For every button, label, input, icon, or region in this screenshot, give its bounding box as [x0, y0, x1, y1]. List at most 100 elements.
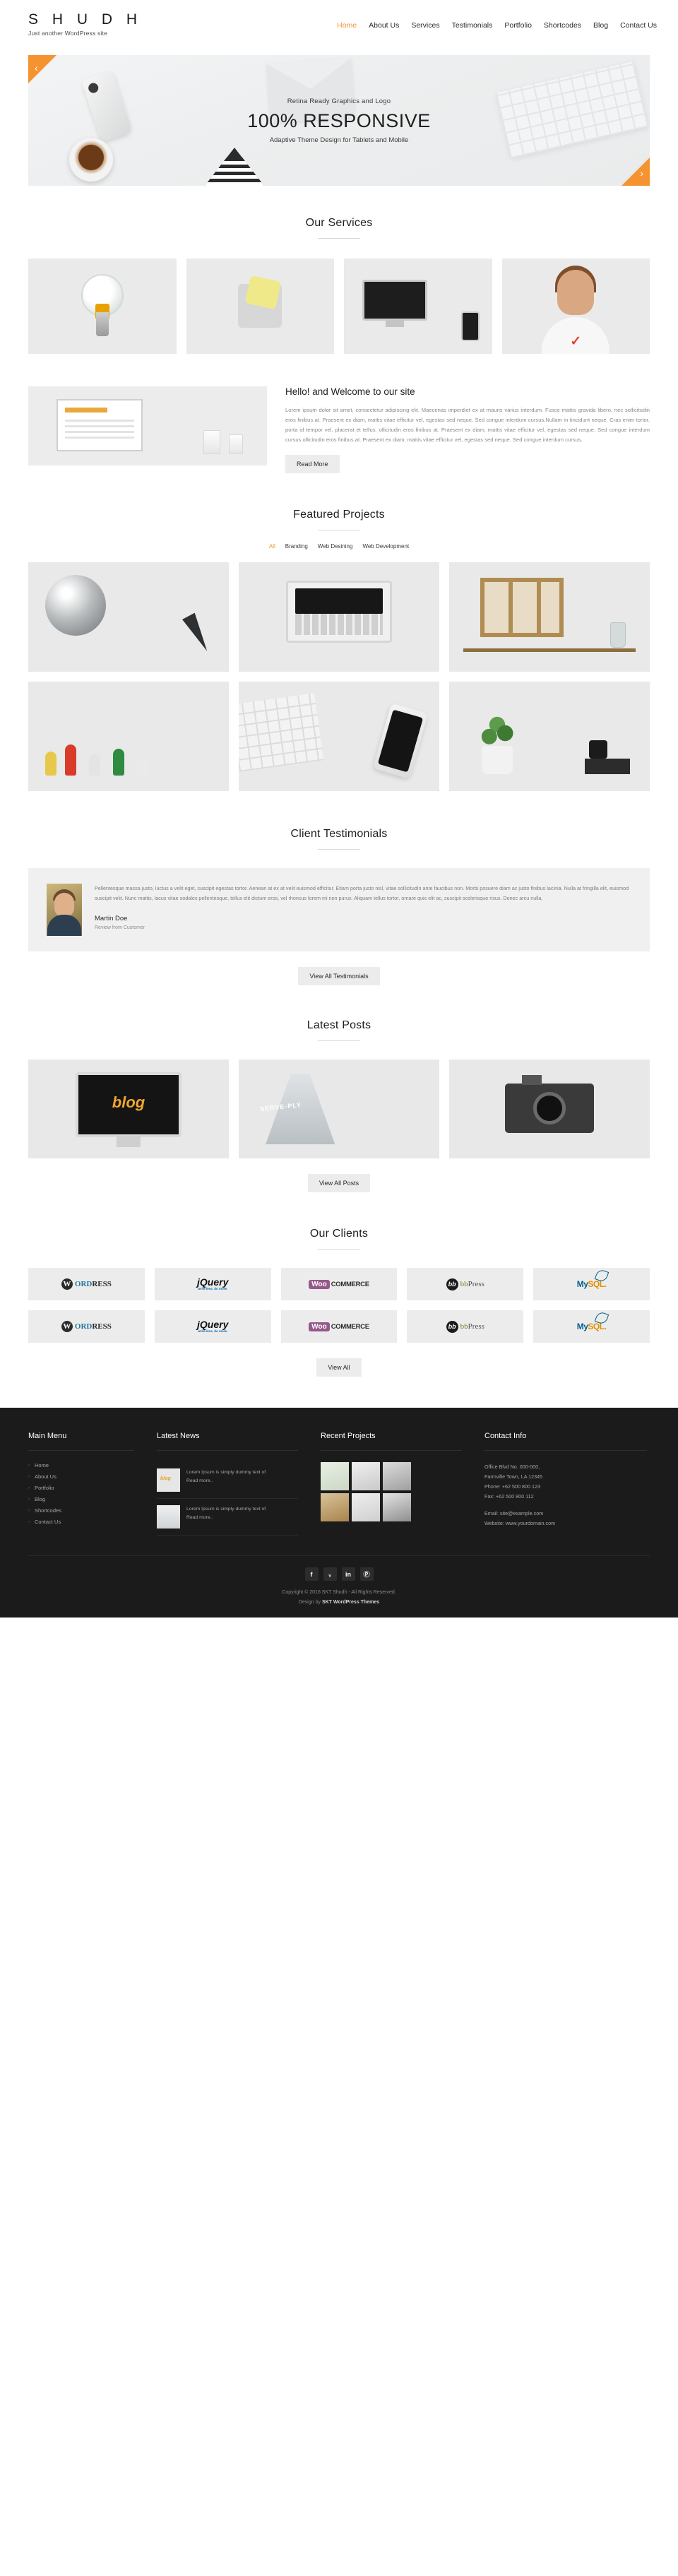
project-filters[interactable]: All Branding Web Desining Web Development — [28, 543, 650, 550]
footer-menu-link-portfolio[interactable]: Portfolio — [35, 1485, 54, 1491]
footer-menu-item[interactable]: › Home — [28, 1462, 134, 1468]
client-bbpress-2[interactable]: bb bbPress — [407, 1310, 524, 1343]
avatar — [47, 884, 82, 937]
footer-menu-item[interactable]: › Contact Us — [28, 1519, 134, 1525]
footer-menu-item[interactable]: › Shortcodes — [28, 1507, 134, 1514]
welcome-image — [28, 386, 267, 465]
footer-column-title: Contact Info — [484, 1432, 527, 1441]
nav-item-home[interactable]: Home — [337, 21, 357, 30]
view-all-testimonials-button[interactable]: View All Testimonials — [298, 967, 380, 986]
footer-menu-link-blog[interactable]: Blog — [35, 1496, 45, 1502]
project-card-plant[interactable] — [449, 682, 650, 792]
project-card-shelf[interactable] — [449, 562, 650, 672]
shelf-board — [463, 648, 636, 653]
hero-slider[interactable]: ‹ › Retina Ready Graphics and Logo 100% … — [28, 55, 650, 186]
pinterest-icon[interactable]: Ⓟ — [359, 1567, 374, 1581]
view-all-button[interactable]: View All — [316, 1358, 362, 1377]
service-card-support[interactable]: ✓ — [501, 259, 650, 354]
project-filter-web-desining[interactable]: Web Desining — [318, 543, 353, 550]
project-card-pen[interactable] — [28, 562, 229, 672]
footer-project-thumb[interactable] — [352, 1493, 380, 1522]
nav-item-blog[interactable]: Blog — [593, 21, 608, 30]
client-woocommerce[interactable]: Woo COMMERCE — [280, 1268, 398, 1301]
twitter-icon[interactable]: ᵥ — [323, 1567, 337, 1581]
client-wordpress-2[interactable]: W ORDRESS — [28, 1310, 145, 1343]
cup-secondary-icon — [229, 434, 243, 454]
nav-item-about-us[interactable]: About Us — [369, 21, 399, 30]
jquery-wordmark: jQuery — [197, 1319, 229, 1331]
testimonial-text: Pellentesque massa justo, luctus a velit… — [95, 885, 629, 902]
site-logo[interactable]: S H U D H Just another WordPress site — [28, 11, 142, 37]
footer-project-thumb[interactable] — [352, 1462, 380, 1491]
read-more-button[interactable]: Read More — [285, 455, 340, 474]
nav-item-services[interactable]: Services — [411, 21, 439, 30]
service-card-lightbulb[interactable] — [28, 259, 177, 354]
chevron-right-icon[interactable]: › — [640, 168, 643, 178]
client-mysql[interactable]: MySQL. — [533, 1268, 650, 1301]
wordpress-mark-icon: W — [61, 1321, 73, 1333]
slider-next-button[interactable] — [622, 158, 650, 186]
footer-project-thumb[interactable] — [383, 1462, 411, 1491]
news-body: Lorem Ipsum is simply dummy text of Read… — [186, 1468, 266, 1492]
service-card-devices[interactable] — [344, 259, 492, 354]
project-filter-web-development[interactable]: Web Development — [362, 543, 409, 550]
project-card-phone[interactable] — [239, 682, 439, 792]
nav-item-portfolio[interactable]: Portfolio — [504, 21, 532, 30]
check-icon: ✓ — [570, 334, 582, 349]
project-filter-branding[interactable]: Branding — [285, 543, 308, 550]
client-jquery[interactable]: jQuery write less, do more. — [154, 1268, 271, 1301]
nav-item-contact-us[interactable]: Contact Us — [620, 21, 657, 30]
footer-project-thumb[interactable] — [321, 1462, 349, 1491]
slider-subtitle-bottom: Adaptive Theme Design for Tablets and Mo… — [269, 136, 409, 144]
contact-website[interactable]: Website: www.yourdomain.com — [484, 1519, 647, 1529]
footer-menu-item[interactable]: › About Us — [28, 1473, 134, 1480]
welcome-section: Hello! and Welcome to our site Lorem ips… — [28, 354, 650, 474]
footer-menu-link-contact-us[interactable]: Contact Us — [35, 1519, 61, 1525]
footer-menu-list[interactable]: › Home › About Us › Portfolio › Blog › Shortcodes… — [28, 1462, 134, 1525]
footer-project-thumb[interactable] — [321, 1493, 349, 1522]
books-icon — [585, 740, 630, 775]
copyright-text: Copyright © 2016 SKT Shudh - All Rights … — [282, 1590, 396, 1596]
slider-prev-button[interactable] — [28, 55, 56, 83]
footer-menu-link-home[interactable]: Home — [35, 1462, 49, 1468]
design-link[interactable]: SKT WordPress Themes — [322, 1600, 379, 1605]
client-bbpress[interactable]: bb bbPress — [407, 1268, 524, 1301]
section-title: Latest Posts — [307, 1019, 371, 1032]
service-card-puzzle[interactable] — [186, 259, 334, 354]
post-card-crane[interactable]: SERVE-PLY — [239, 1060, 439, 1159]
footer-menu-link-about-us[interactable]: About Us — [35, 1473, 56, 1480]
footer-news-item[interactable]: Lorem Ipsum is simply dummy text of Read… — [157, 1499, 298, 1536]
testimonial-author: Martin Doe — [95, 915, 128, 923]
linkedin-icon[interactable]: in — [341, 1567, 355, 1581]
footer-menu-link-shortcodes[interactable]: Shortcodes — [35, 1507, 61, 1514]
client-jquery-2[interactable]: jQuery write less, do more. — [154, 1310, 271, 1343]
facebook-icon[interactable]: f — [304, 1567, 319, 1581]
slider-triangle-prop — [205, 148, 264, 186]
project-card-pawns[interactable] — [28, 682, 229, 792]
footer-menu-item[interactable]: › Portfolio — [28, 1485, 134, 1491]
post-card-blog[interactable]: blog — [28, 1060, 229, 1159]
nav-item-testimonials[interactable]: Testimonials — [452, 21, 493, 30]
chevron-left-icon[interactable]: ‹ — [35, 63, 38, 73]
footer-news-item[interactable]: Lorem Ipsum is simply dummy text of Read… — [157, 1462, 298, 1500]
wordpress-mark-icon: W — [61, 1278, 73, 1290]
client-mysql-2[interactable]: MySQL. — [533, 1310, 650, 1343]
footer-menu-item[interactable]: › Blog — [28, 1496, 134, 1502]
bbpress-word-b: Press — [468, 1280, 484, 1289]
laptop-image — [286, 581, 392, 643]
client-woocommerce-2[interactable]: Woo COMMERCE — [280, 1310, 398, 1343]
post-card-camera[interactable] — [449, 1060, 650, 1159]
clients-section: Our Clients W ORDRESS jQuery write less,… — [28, 1192, 650, 1377]
client-wordpress[interactable]: W ORDRESS — [28, 1268, 145, 1301]
main-navigation[interactable]: Home About Us Services Testimonials Portfoli… — [337, 21, 657, 30]
nav-item-shortcodes[interactable]: Shortcodes — [544, 21, 581, 30]
project-card-laptop[interactable] — [239, 562, 439, 672]
view-all-posts-button[interactable]: View All Posts — [307, 1174, 371, 1193]
pawn-white-2 — [137, 756, 148, 776]
social-links[interactable]: f ᵥ in Ⓟ — [28, 1567, 650, 1581]
contact-email[interactable]: Email: site@example.com — [484, 1509, 647, 1519]
news-read-more-link[interactable]: Read more.. — [186, 1478, 266, 1483]
footer-project-thumb[interactable] — [383, 1493, 411, 1522]
news-read-more-link[interactable]: Read more.. — [186, 1515, 266, 1520]
project-filter-all[interactable]: All — [269, 543, 275, 550]
